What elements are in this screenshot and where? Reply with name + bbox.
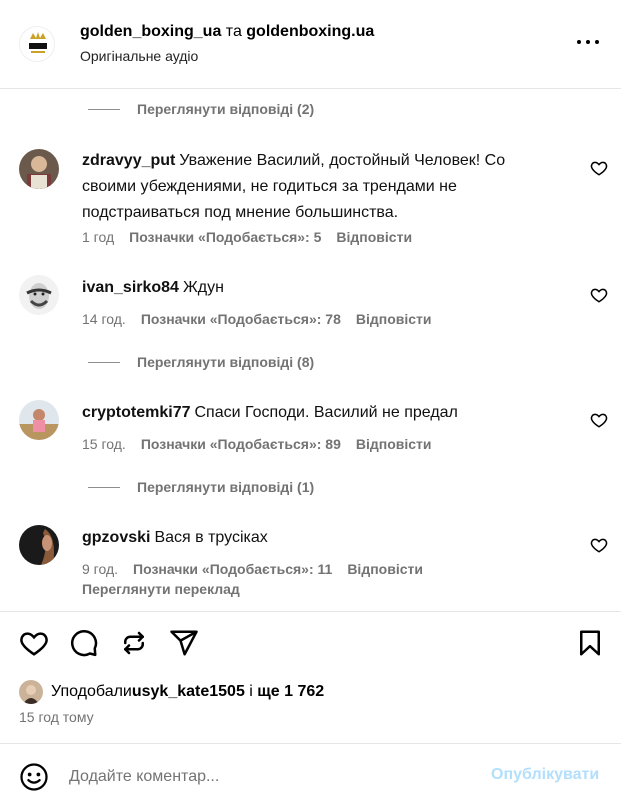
comment-time[interactable]: 14 год. — [82, 311, 126, 327]
view-replies-button[interactable]: Переглянути відповіді (2) — [88, 99, 314, 119]
publish-button[interactable]: Опублікувати — [491, 766, 599, 784]
likes-middle: і — [244, 683, 258, 700]
comment-body: Вася в трусіках — [154, 529, 268, 546]
avatar[interactable] — [19, 275, 59, 315]
likes-prefix: Уподобали — [51, 683, 132, 700]
reply-button[interactable]: Відповісти — [356, 436, 432, 452]
reply-line — [88, 361, 120, 363]
comment-meta: 9 год. Позначки «Подобається»: 11 Відпов… — [82, 561, 438, 577]
comment-time[interactable]: 1 год — [82, 229, 114, 245]
comment-text-block: ivan_sirko84 Ждун — [82, 275, 562, 301]
like-heart-icon[interactable] — [590, 411, 608, 429]
reply-line — [88, 486, 120, 488]
comment-likes[interactable]: Позначки «Подобається»: 5 — [129, 229, 321, 245]
likes-summary: Уподобали usyk_kate1505 і ще 1 762 — [19, 680, 324, 704]
reply-button[interactable]: Відповісти — [347, 561, 423, 577]
comment-meta: 15 год. Позначки «Подобається»: 89 Відпо… — [82, 436, 447, 452]
repost-icon[interactable] — [119, 628, 149, 658]
comment-username[interactable]: ivan_sirko84 — [82, 279, 179, 296]
comment-body: Спаси Господи. Василий не предал — [194, 404, 458, 421]
comment-icon[interactable] — [69, 628, 99, 658]
account-avatar[interactable] — [19, 26, 55, 62]
comment-meta: 14 год. Позначки «Подобається»: 78 Відпо… — [82, 311, 447, 327]
like-heart-icon[interactable] — [590, 286, 608, 304]
comment-text-block: zdravyy_put Уважение Василий, достойный Ч… — [82, 148, 562, 226]
view-replies-button[interactable]: Переглянути відповіді (1) — [88, 477, 314, 497]
liker-avatar[interactable] — [19, 680, 43, 704]
view-translation-button[interactable]: Переглянути переклад — [82, 581, 240, 597]
author-link-1[interactable]: golden_boxing_ua — [80, 23, 221, 40]
audio-label[interactable]: Оригінальне аудіо — [80, 48, 198, 64]
reply-button[interactable]: Відповісти — [356, 311, 432, 327]
view-replies-label: Переглянути відповіді (1) — [137, 479, 315, 495]
view-replies-label: Переглянути відповіді (2) — [137, 101, 315, 117]
comment-likes[interactable]: Позначки «Подобається»: 11 — [133, 561, 332, 577]
reply-line — [88, 108, 120, 110]
divider — [0, 611, 621, 612]
comment-username[interactable]: cryptotemki77 — [82, 404, 191, 421]
post-time[interactable]: 15 год тому — [19, 709, 94, 725]
comment-input[interactable] — [69, 764, 469, 790]
likes-count[interactable]: ще 1 762 — [257, 683, 324, 701]
comment-text-block: gpzovski Вася в трусіках — [82, 525, 562, 551]
bookmark-icon[interactable] — [575, 628, 605, 658]
more-icon[interactable] — [574, 32, 602, 52]
comment-username[interactable]: zdravyy_put — [82, 152, 175, 169]
avatar[interactable] — [19, 525, 59, 565]
post-header: golden_boxing_ua та goldenboxing.ua Ориг… — [0, 0, 621, 89]
liker-username[interactable]: usyk_kate1505 — [132, 683, 245, 701]
comment-text-block: cryptotemki77 Спаси Господи. Василий не п… — [82, 400, 562, 426]
view-replies-label: Переглянути відповіді (8) — [137, 354, 315, 370]
comment-time[interactable]: 9 год. — [82, 561, 118, 577]
author-link-2[interactable]: goldenboxing.ua — [246, 23, 374, 40]
comment-body: Ждун — [182, 279, 224, 296]
comment-likes[interactable]: Позначки «Подобається»: 89 — [141, 436, 341, 452]
like-heart-icon[interactable] — [590, 536, 608, 554]
heart-icon[interactable] — [19, 628, 49, 658]
avatar[interactable] — [19, 149, 59, 189]
comment-time[interactable]: 15 год. — [82, 436, 126, 452]
author-connector: та — [221, 23, 247, 40]
avatar[interactable] — [19, 400, 59, 440]
divider — [0, 743, 621, 744]
reply-button[interactable]: Відповісти — [336, 229, 412, 245]
comment-meta: 1 год Позначки «Подобається»: 5 Відповіс… — [82, 229, 427, 245]
emoji-icon[interactable] — [19, 762, 49, 792]
comment-username[interactable]: gpzovski — [82, 529, 150, 546]
header-title: golden_boxing_ua та goldenboxing.ua — [80, 23, 374, 41]
comment-likes[interactable]: Позначки «Подобається»: 78 — [141, 311, 341, 327]
share-icon[interactable] — [169, 628, 199, 658]
like-heart-icon[interactable] — [590, 159, 608, 177]
view-replies-button[interactable]: Переглянути відповіді (8) — [88, 352, 314, 372]
